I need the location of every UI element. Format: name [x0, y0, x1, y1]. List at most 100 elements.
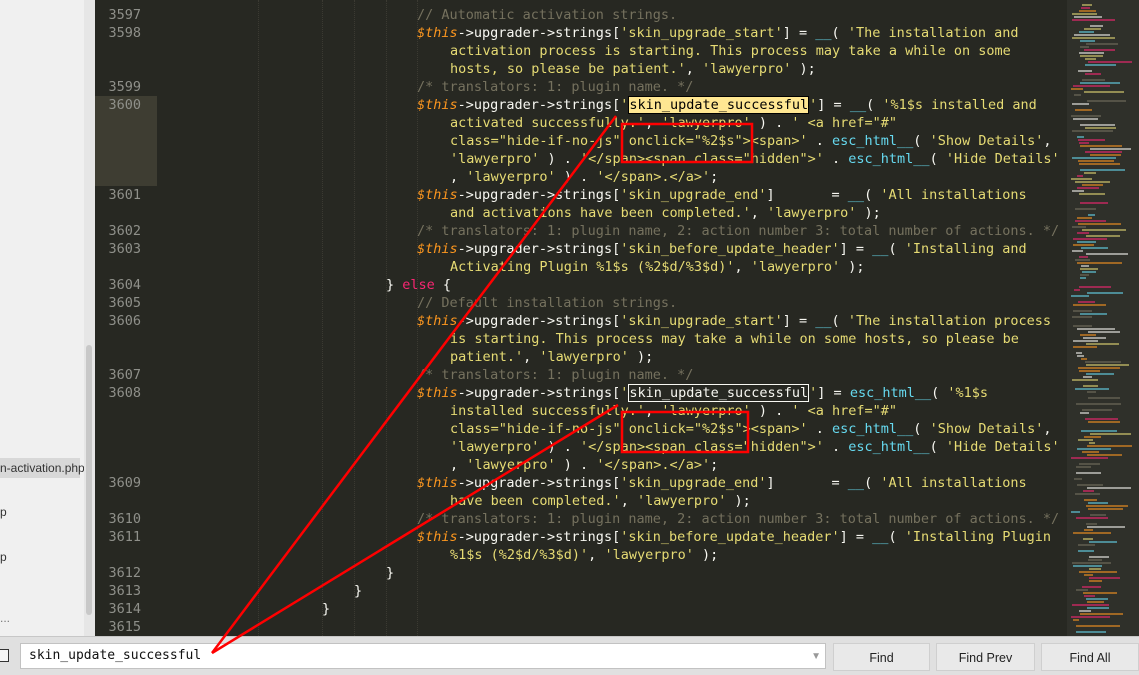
code-line[interactable]: $this->upgrader->strings['skin_upgrade_e…: [417, 186, 1027, 204]
minimap-line: [1079, 10, 1096, 12]
code-token: 'lawyerpro': [466, 457, 556, 473]
sidebar-file-item[interactable]: ...: [0, 608, 10, 628]
minimap-line: [1076, 466, 1091, 468]
code-token: 'skin_upgrade_start': [620, 313, 783, 329]
minimap-line: [1073, 304, 1106, 306]
minimap-line: [1075, 493, 1100, 495]
code-token: 'lawyerpro': [450, 151, 540, 167]
code-line[interactable]: is starting. This process may take a whi…: [450, 330, 1019, 348]
find-prev-button[interactable]: Find Prev: [936, 643, 1035, 671]
code-token: 'Show Details': [929, 421, 1044, 437]
code-token: patient.': [450, 349, 524, 365]
code-token: ->upgrader->strings[: [457, 385, 621, 401]
minimap-line: [1072, 604, 1109, 606]
code-line[interactable]: class="hide-if-no-js" onclick="%2$s"><sp…: [450, 420, 1052, 438]
minimap-line: [1084, 172, 1096, 174]
find-query-text[interactable]: skin_update_successful: [29, 644, 201, 668]
line-number: 3612: [108, 565, 141, 581]
code-token: 'All installations: [880, 475, 1027, 491]
line-number: 3610: [108, 511, 141, 527]
code-line[interactable]: Activating Plugin %1$s (%2$d/%3$d)', 'la…: [450, 258, 865, 276]
sidebar-file-item[interactable]: n-activation.php: [0, 458, 85, 478]
code-line[interactable]: 'lawyerpro' ) . '</span><span class="hid…: [450, 150, 1060, 168]
find-all-button[interactable]: Find All: [1041, 643, 1139, 671]
minimap-line: [1076, 631, 1106, 633]
code-line[interactable]: %1$s (%2$d/%3$d)', 'lawyerpro' );: [450, 546, 718, 564]
code-line[interactable]: // Automatic activation strings.: [417, 6, 677, 24]
code-token: '</span><span class="hidden">': [580, 439, 824, 455]
code-token: and activations have been completed.': [450, 205, 751, 221]
sidebar-file-item[interactable]: p: [0, 502, 7, 522]
code-line[interactable]: $this->upgrader->strings['skin_before_up…: [417, 528, 1051, 546]
code-line[interactable]: $this->upgrader->strings['skin_update_su…: [417, 96, 1037, 114]
code-token: ] =: [766, 187, 848, 203]
minimap-line: [1090, 514, 1106, 516]
code-line[interactable]: }: [354, 582, 362, 600]
minimap-line: [1071, 295, 1089, 297]
code-token: $this: [417, 475, 458, 491]
line-number: 3602: [108, 223, 141, 239]
code-line[interactable]: }: [322, 600, 330, 618]
code-token: ->upgrader->strings[: [457, 241, 621, 257]
code-line[interactable]: /* translators: 1: plugin name, 2: actio…: [417, 222, 1059, 240]
code-token: .: [823, 439, 849, 455]
code-token: ] =: [766, 475, 848, 491]
minimap-line: [1084, 574, 1093, 576]
code-line[interactable]: hosts, so please be patient.', 'lawyerpr…: [450, 60, 816, 78]
code-token: else: [402, 277, 435, 293]
indent-guide: [386, 0, 388, 636]
code-line[interactable]: $this->upgrader->strings['skin_upgrade_e…: [417, 474, 1027, 492]
code-line[interactable]: have been completed.', 'lawyerpro' );: [450, 492, 751, 510]
code-token: $this: [417, 187, 458, 203]
code-line[interactable]: and activations have been completed.', '…: [450, 204, 881, 222]
code-token: ] =: [817, 385, 850, 401]
code-line[interactable]: , 'lawyerpro' ) . '</span>.</a>';: [450, 168, 718, 186]
line-number: 3606: [108, 313, 141, 329]
code-line[interactable]: , 'lawyerpro' ) . '</span>.</a>';: [450, 456, 718, 474]
minimap-line: [1090, 154, 1121, 156]
find-options-toggle[interactable]: [0, 649, 9, 662]
file-sidebar: n-activation.php p p ...: [0, 0, 95, 636]
minimap-line: [1084, 436, 1101, 438]
minimap-line: [1086, 43, 1118, 45]
minimap[interactable]: [1067, 0, 1139, 636]
line-number: 3608: [108, 385, 141, 401]
search-match: skin_update_successful: [628, 384, 810, 402]
find-input[interactable]: skin_update_successful ▼: [20, 643, 826, 669]
code-line[interactable]: /* translators: 1: plugin name. */: [417, 78, 693, 96]
code-token: activated successfully.': [450, 115, 646, 131]
minimap-line: [1072, 130, 1113, 132]
minimap-line: [1077, 217, 1092, 219]
minimap-line: [1089, 580, 1102, 582]
code-token: (: [864, 187, 881, 203]
code-line[interactable]: } else {: [386, 276, 451, 294]
code-line[interactable]: $this->upgrader->strings['skin_before_up…: [417, 240, 1027, 258]
code-token: );: [840, 259, 865, 275]
code-line[interactable]: /* translators: 1: plugin name, 2: actio…: [417, 510, 1059, 528]
code-token: );: [628, 349, 654, 365]
minimap-line: [1073, 619, 1079, 621]
code-token: class="hide-if-no-js" onclick="%2$s"><sp…: [450, 421, 808, 437]
code-token: ->upgrader->strings[: [457, 529, 621, 545]
code-line[interactable]: $this->upgrader->strings['skin_upgrade_s…: [417, 24, 1019, 42]
history-dropdown-icon[interactable]: ▼: [811, 651, 821, 662]
code-line[interactable]: // Default installation strings.: [417, 294, 677, 312]
code-line[interactable]: activated successfully.', 'lawyerpro' ) …: [450, 114, 897, 132]
find-button[interactable]: Find: [833, 643, 930, 671]
minimap-line: [1086, 373, 1114, 375]
code-line[interactable]: installed successfully.', 'lawyerpro' ) …: [450, 402, 897, 420]
code-token: 'lawyerpro': [466, 169, 556, 185]
code-line[interactable]: }: [386, 564, 394, 582]
code-editor[interactable]: 3597 3598 3599 3600 3601 3602 3603 3604 3605 3606…: [95, 0, 1067, 636]
code-line[interactable]: $this->upgrader->strings['skin_upgrade_s…: [417, 312, 1051, 330]
code-token: 'lawyerpro': [767, 205, 857, 221]
code-line[interactable]: 'lawyerpro' ) . '</span><span class="hid…: [450, 438, 1060, 456]
code-line[interactable]: /* translators: 1: plugin name. */: [417, 366, 693, 384]
code-line[interactable]: class="hide-if-no-js" onclick="%2$s"><sp…: [450, 132, 1052, 150]
sidebar-scrollbar-thumb[interactable]: [86, 345, 92, 615]
code-token: 'Hide Details': [945, 151, 1060, 167]
code-line[interactable]: activation process is starting. This pro…: [450, 42, 1011, 60]
code-line[interactable]: $this->upgrader->strings['skin_update_su…: [417, 384, 988, 402]
code-line[interactable]: patient.', 'lawyerpro' );: [450, 348, 653, 366]
sidebar-file-item[interactable]: p: [0, 547, 7, 567]
